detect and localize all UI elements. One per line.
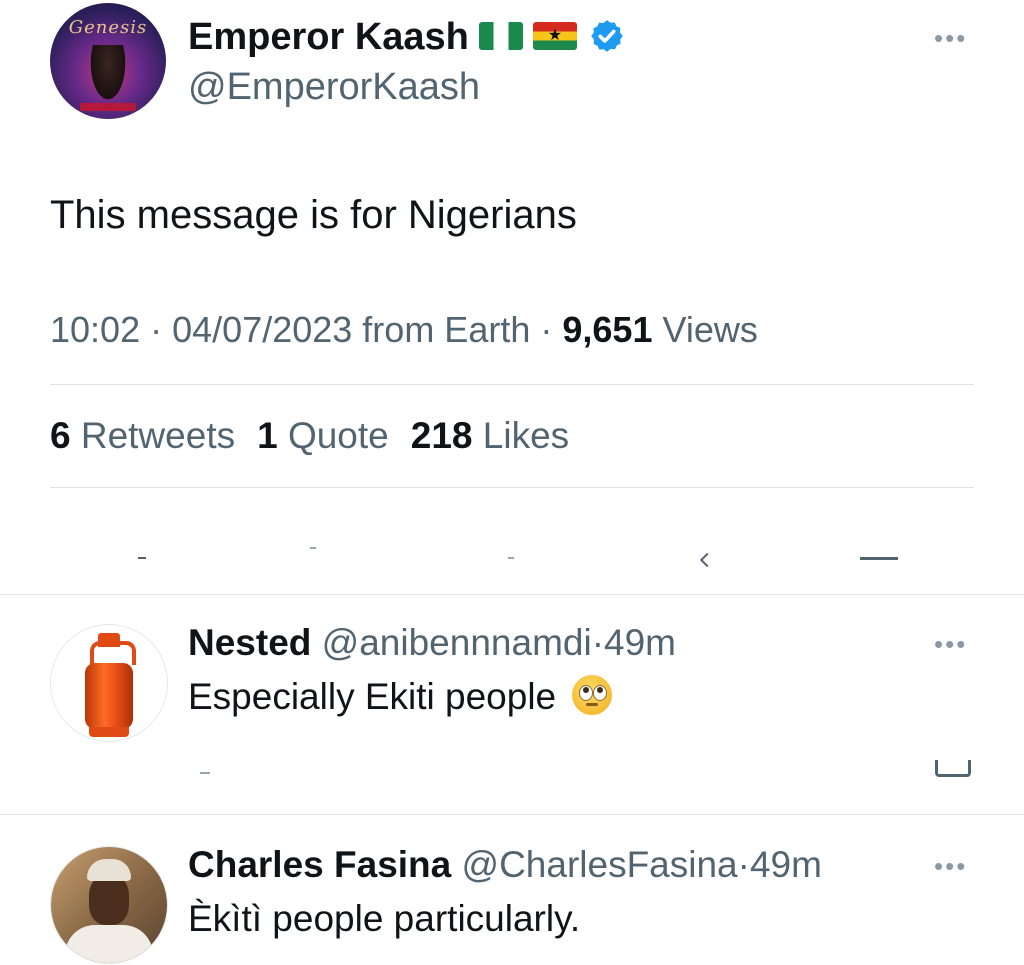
- avatar-strip: [80, 103, 136, 111]
- tweet-text: This message is for Nigerians: [50, 193, 577, 237]
- gas-cylinder-image: [51, 625, 167, 741]
- reply-header: Nested @anibennnamdi·49m: [188, 622, 677, 663]
- retweets-stat[interactable]: 6 Retweets: [50, 415, 235, 456]
- reply-author-handle[interactable]: @CharlesFasina: [462, 844, 738, 885]
- verified-badge-icon: [589, 18, 625, 54]
- avatar-figure: [88, 45, 128, 105]
- tweet-date[interactable]: 04/07/2023 from Earth: [172, 309, 530, 350]
- tweet-time[interactable]: 10:02: [50, 309, 140, 350]
- reply-avatar[interactable]: [50, 624, 168, 742]
- views-label: Views: [662, 309, 758, 350]
- reply-more-icon[interactable]: •••: [934, 853, 967, 879]
- author-name-text: Emperor Kaash: [188, 16, 469, 58]
- bookmark-icon[interactable]: [699, 552, 715, 568]
- like-icon[interactable]: [508, 557, 514, 559]
- tweet-action-bar: [0, 525, 1024, 585]
- engagement-stats: 6 Retweets 1 Quote 218 Likes: [50, 413, 569, 459]
- reply-header: Charles Fasina @CharlesFasina·49m: [188, 844, 822, 885]
- reply-icon[interactable]: [200, 772, 210, 774]
- views-count: 9,651: [562, 309, 653, 350]
- face-with-rolling-eyes-icon: [572, 675, 613, 716]
- author-handle[interactable]: @EmperorKaash: [188, 64, 480, 110]
- tweet-meta: 10:02 · 04/07/2023 from Earth · 9,651 Vi…: [50, 309, 758, 350]
- divider: [50, 384, 974, 385]
- reply-avatar[interactable]: [50, 846, 168, 964]
- likes-stat[interactable]: 218 Likes: [411, 415, 569, 456]
- nigeria-flag-icon: [478, 21, 523, 50]
- author-avatar[interactable]: Genesis: [50, 3, 166, 119]
- divider: [0, 814, 1024, 815]
- more-options-icon[interactable]: •••: [934, 25, 967, 51]
- divider: [50, 487, 974, 488]
- reply-text: Èkìtì people particularly.: [188, 898, 581, 939]
- avatar-caption: Genesis: [68, 17, 148, 38]
- author-display-name[interactable]: Emperor Kaash ★: [188, 14, 625, 60]
- person-photo: [51, 847, 167, 963]
- ghana-flag-icon: ★: [532, 21, 577, 50]
- retweet-icon[interactable]: [310, 547, 316, 549]
- quotes-stat[interactable]: 1 Quote: [257, 415, 389, 456]
- reply-author-handle[interactable]: @anibennnamdi: [322, 622, 592, 663]
- reply-text: Especially Ekiti people: [188, 674, 613, 720]
- reply-age[interactable]: 49m: [604, 622, 676, 663]
- share-icon[interactable]: [935, 760, 971, 777]
- divider: [0, 594, 1024, 595]
- reply-icon[interactable]: [138, 557, 146, 559]
- reply-more-icon[interactable]: •••: [934, 631, 967, 657]
- reply-author-name[interactable]: Charles Fasina: [188, 844, 451, 885]
- reply-age[interactable]: 49m: [750, 844, 822, 885]
- share-icon[interactable]: [860, 557, 898, 560]
- reply-author-name[interactable]: Nested: [188, 622, 311, 663]
